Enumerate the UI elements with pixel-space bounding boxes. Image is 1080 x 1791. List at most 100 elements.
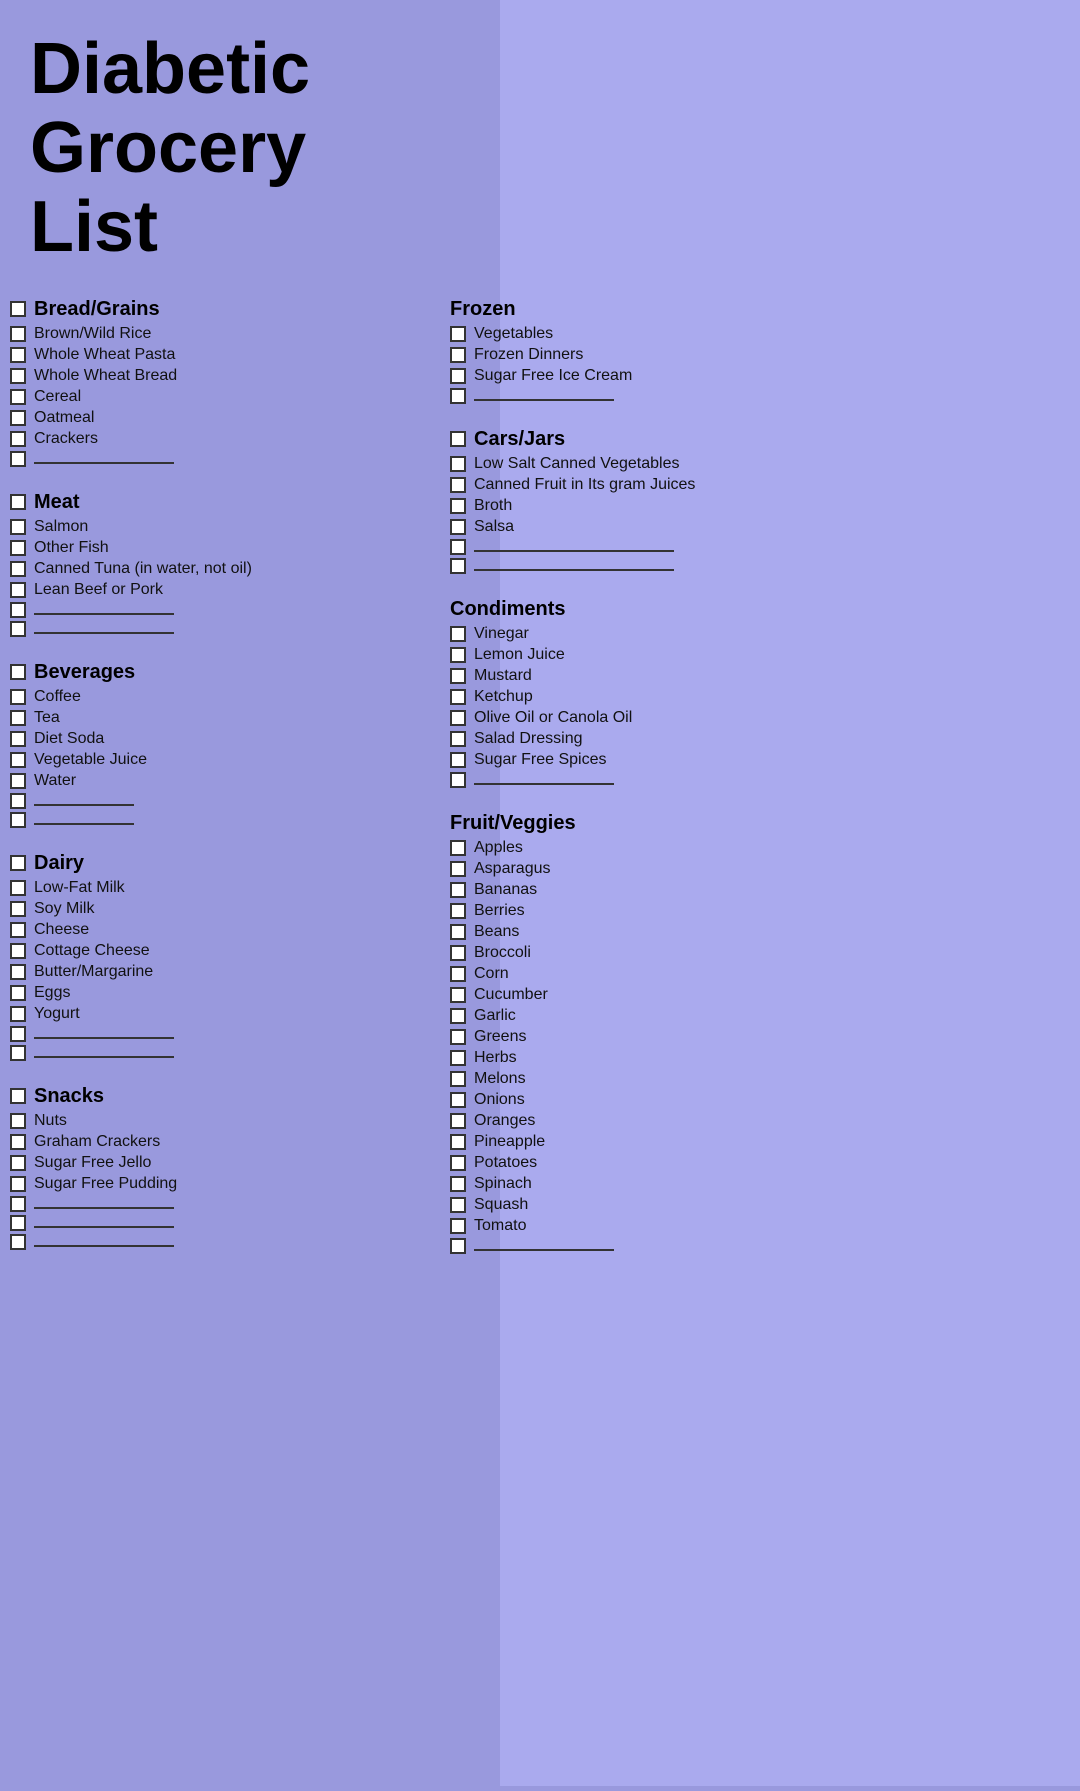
section-snacks-checkbox[interactable] xyxy=(10,1088,26,1104)
item-checkbox[interactable] xyxy=(10,621,26,637)
item-checkbox[interactable] xyxy=(450,668,466,684)
list-item: Vinegar xyxy=(450,625,1060,643)
item-checkbox[interactable] xyxy=(450,840,466,856)
item-checkbox[interactable] xyxy=(450,1050,466,1066)
item-checkbox[interactable] xyxy=(10,347,26,363)
item-checkbox[interactable] xyxy=(450,1029,466,1045)
item-checkbox[interactable] xyxy=(450,388,466,404)
item-checkbox[interactable] xyxy=(10,389,26,405)
item-checkbox[interactable] xyxy=(10,731,26,747)
item-checkbox[interactable] xyxy=(450,1197,466,1213)
item-checkbox[interactable] xyxy=(450,347,466,363)
item-checkbox[interactable] xyxy=(450,647,466,663)
item-checkbox[interactable] xyxy=(10,1026,26,1042)
item-checkbox[interactable] xyxy=(450,1238,466,1254)
item-checkbox[interactable] xyxy=(450,861,466,877)
item-checkbox[interactable] xyxy=(10,451,26,467)
section-meat-checkbox[interactable] xyxy=(10,494,26,510)
item-checkbox[interactable] xyxy=(450,1071,466,1087)
item-checkbox[interactable] xyxy=(450,558,466,574)
item-checkbox[interactable] xyxy=(450,924,466,940)
item-checkbox[interactable] xyxy=(10,943,26,959)
item-checkbox[interactable] xyxy=(10,431,26,447)
item-checkbox[interactable] xyxy=(450,882,466,898)
list-item-blank xyxy=(10,1196,430,1212)
item-checkbox[interactable] xyxy=(10,1045,26,1061)
item-checkbox[interactable] xyxy=(10,582,26,598)
item-checkbox[interactable] xyxy=(450,772,466,788)
item-checkbox[interactable] xyxy=(10,793,26,809)
item-checkbox[interactable] xyxy=(450,1176,466,1192)
item-checkbox[interactable] xyxy=(450,539,466,555)
item-checkbox[interactable] xyxy=(10,410,26,426)
list-item: Sugar Free Jello xyxy=(10,1154,430,1172)
item-checkbox[interactable] xyxy=(10,985,26,1001)
item-checkbox[interactable] xyxy=(450,326,466,342)
item-checkbox[interactable] xyxy=(450,626,466,642)
item-checkbox[interactable] xyxy=(10,1234,26,1250)
item-checkbox[interactable] xyxy=(450,1008,466,1024)
item-checkbox[interactable] xyxy=(450,966,466,982)
item-checkbox[interactable] xyxy=(10,1155,26,1171)
item-checkbox[interactable] xyxy=(10,368,26,384)
list-item: Whole Wheat Bread xyxy=(10,367,430,385)
list-item: Greens xyxy=(450,1028,1060,1046)
item-checkbox[interactable] xyxy=(450,456,466,472)
item-checkbox[interactable] xyxy=(450,1092,466,1108)
item-checkbox[interactable] xyxy=(10,901,26,917)
list-item: Eggs xyxy=(10,984,430,1002)
item-checkbox[interactable] xyxy=(10,964,26,980)
item-checkbox[interactable] xyxy=(10,561,26,577)
item-checkbox[interactable] xyxy=(450,710,466,726)
section-condiments-title: Condiments xyxy=(450,598,566,621)
item-checkbox[interactable] xyxy=(10,710,26,726)
item-checkbox[interactable] xyxy=(10,752,26,768)
section-beverages-checkbox[interactable] xyxy=(10,664,26,680)
list-item-blank xyxy=(10,793,430,809)
list-item: Canned Fruit in Its gram Juices xyxy=(450,476,1060,494)
item-checkbox[interactable] xyxy=(450,903,466,919)
item-checkbox[interactable] xyxy=(450,1218,466,1234)
item-checkbox[interactable] xyxy=(10,326,26,342)
list-item: Salsa xyxy=(450,518,1060,536)
list-item: Vegetables xyxy=(450,325,1060,343)
item-checkbox[interactable] xyxy=(10,1006,26,1022)
item-checkbox[interactable] xyxy=(10,519,26,535)
item-checkbox[interactable] xyxy=(450,987,466,1003)
section-dairy-checkbox[interactable] xyxy=(10,855,26,871)
item-checkbox[interactable] xyxy=(10,1113,26,1129)
section-bread-grains-checkbox[interactable] xyxy=(10,301,26,317)
item-checkbox[interactable] xyxy=(10,1196,26,1212)
section-cars-jars-checkbox[interactable] xyxy=(450,431,466,447)
list-item: Soy Milk xyxy=(10,900,430,918)
list-item: Butter/Margarine xyxy=(10,963,430,981)
section-meat-title: Meat xyxy=(34,491,80,514)
item-checkbox[interactable] xyxy=(450,477,466,493)
list-item-blank xyxy=(450,539,1060,555)
item-checkbox[interactable] xyxy=(10,540,26,556)
item-checkbox[interactable] xyxy=(10,812,26,828)
item-checkbox[interactable] xyxy=(10,1215,26,1231)
item-checkbox[interactable] xyxy=(10,1134,26,1150)
list-item: Sugar Free Spices xyxy=(450,751,1060,769)
item-checkbox[interactable] xyxy=(10,602,26,618)
item-checkbox[interactable] xyxy=(10,1176,26,1192)
item-checkbox[interactable] xyxy=(450,752,466,768)
item-checkbox[interactable] xyxy=(10,689,26,705)
list-item: Herbs xyxy=(450,1049,1060,1067)
item-checkbox[interactable] xyxy=(450,945,466,961)
list-item-blank xyxy=(10,451,430,467)
item-checkbox[interactable] xyxy=(450,731,466,747)
item-checkbox[interactable] xyxy=(450,689,466,705)
item-checkbox[interactable] xyxy=(450,1113,466,1129)
item-checkbox[interactable] xyxy=(450,519,466,535)
item-checkbox[interactable] xyxy=(450,1134,466,1150)
item-checkbox[interactable] xyxy=(10,922,26,938)
item-checkbox[interactable] xyxy=(450,368,466,384)
item-checkbox[interactable] xyxy=(450,1155,466,1171)
item-checkbox[interactable] xyxy=(10,880,26,896)
section-beverages: Beverages Coffee Tea Diet Soda Vegetable… xyxy=(10,661,430,828)
list-item: Broccoli xyxy=(450,944,1060,962)
item-checkbox[interactable] xyxy=(450,498,466,514)
item-checkbox[interactable] xyxy=(10,773,26,789)
